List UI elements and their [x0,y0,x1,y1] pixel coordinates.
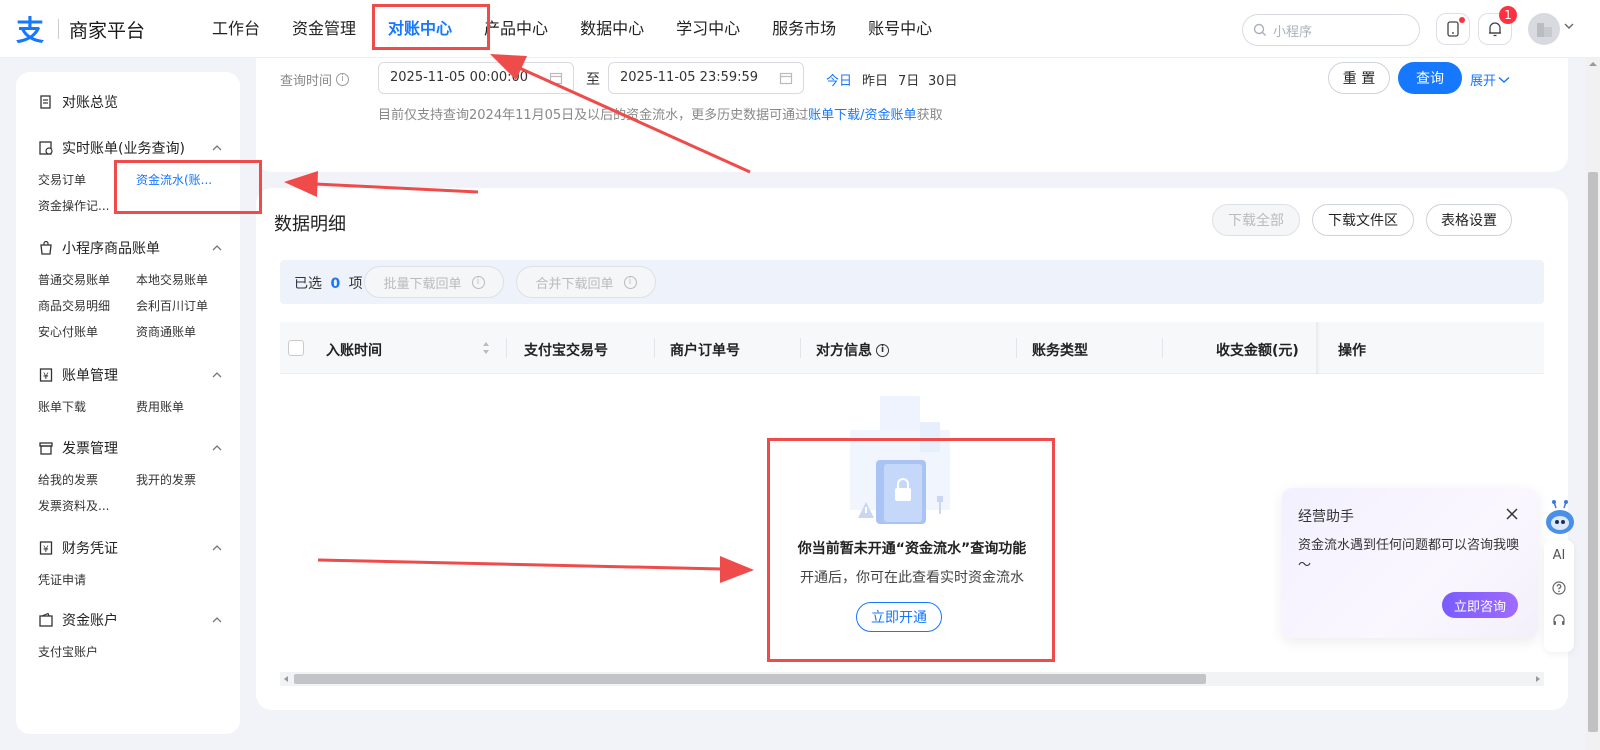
annotation-arrow-to-sidebar [284,171,479,197]
annotation-arrow-to-nav [490,54,751,174]
annotation-arrows [284,54,754,583]
annotation-arrow-to-empty [317,556,754,583]
